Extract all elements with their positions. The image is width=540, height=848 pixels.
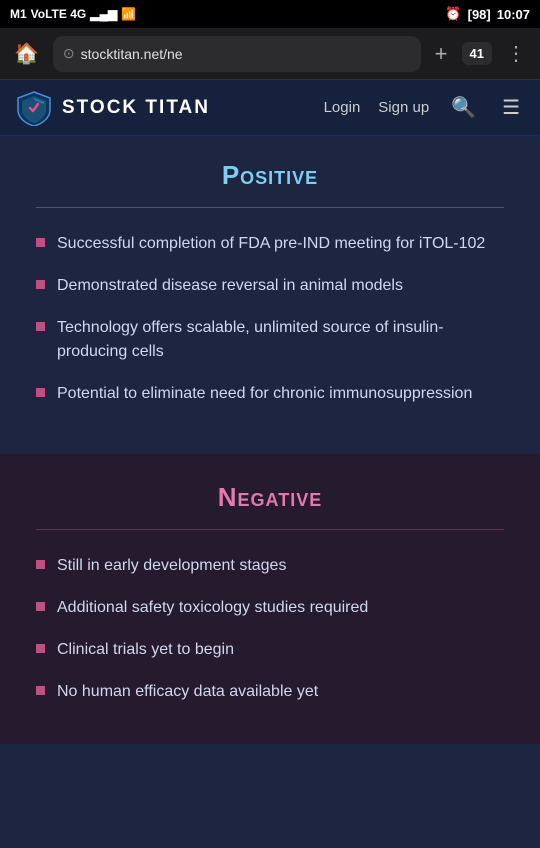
nav-logo: STOCK TITAN [16,90,324,126]
nav-title: STOCK TITAN [62,97,210,119]
status-left: M1 VoLTE 4G ▂▄▆ 📶 [10,7,136,21]
menu-icon[interactable]: ☰ [498,91,524,124]
bullet-icon [36,644,45,653]
negative-bullet-3: Clinical trials yet to begin [57,638,234,662]
negative-bullet-1: Still in early development stages [57,554,286,578]
bullet-icon [36,238,45,247]
url-security-icon: ⊙ [63,45,75,62]
battery-indicator: [98] [468,7,491,22]
status-right: ⏰ [98] 10:07 [445,6,530,22]
battery-pct: 98 [472,7,486,22]
positive-bullet-3: Technology offers scalable, unlimited so… [57,316,504,364]
nav-links: Login Sign up 🔍 ☰ [324,91,524,124]
list-item: Still in early development stages [36,554,504,578]
signal-icon: ▂▄▆ [90,7,117,21]
volte-label: VoLTE 4G [31,7,87,21]
positive-section: Positive Successful completion of FDA pr… [0,136,540,446]
login-link[interactable]: Login [324,99,361,116]
browser-home-button[interactable]: 🏠 [8,37,45,70]
bullet-icon [36,686,45,695]
list-item: Additional safety toxicology studies req… [36,596,504,620]
logo-shield-icon [16,90,52,126]
time-display: 10:07 [497,7,530,22]
positive-bullet-1: Successful completion of FDA pre-IND mee… [57,232,485,256]
negative-bullet-list: Still in early development stages Additi… [36,554,504,704]
positive-title: Positive [36,160,504,191]
bullet-icon [36,602,45,611]
positive-bullet-list: Successful completion of FDA pre-IND mee… [36,232,504,406]
list-item: Clinical trials yet to begin [36,638,504,662]
tabs-button[interactable]: 41 [462,42,492,65]
bullet-icon [36,560,45,569]
url-text: stocktitan.net/ne [81,46,183,62]
negative-bullet-2: Additional safety toxicology studies req… [57,596,368,620]
negative-section: Negative Still in early development stag… [0,454,540,744]
list-item: No human efficacy data available yet [36,680,504,704]
wifi-icon: 📶 [121,7,136,21]
url-bar[interactable]: ⊙ stocktitan.net/ne [53,36,421,72]
positive-divider [36,207,504,208]
list-item: Potential to eliminate need for chronic … [36,382,504,406]
bullet-icon [36,388,45,397]
positive-bullet-2: Demonstrated disease reversal in animal … [57,274,403,298]
alarm-icon: ⏰ [445,6,461,22]
list-item: Successful completion of FDA pre-IND mee… [36,232,504,256]
search-icon[interactable]: 🔍 [447,91,480,124]
negative-bullet-4: No human efficacy data available yet [57,680,318,704]
list-item: Technology offers scalable, unlimited so… [36,316,504,364]
carrier-label: M1 [10,7,27,21]
list-item: Demonstrated disease reversal in animal … [36,274,504,298]
negative-divider [36,529,504,530]
status-bar: M1 VoLTE 4G ▂▄▆ 📶 ⏰ [98] 10:07 [0,0,540,28]
new-tab-button[interactable]: + [429,37,454,71]
main-content: Positive Successful completion of FDA pr… [0,136,540,848]
signup-link[interactable]: Sign up [378,99,429,116]
positive-bullet-4: Potential to eliminate need for chronic … [57,382,472,406]
browser-bar: 🏠 ⊙ stocktitan.net/ne + 41 ⋮ [0,28,540,80]
nav-bar: STOCK TITAN Login Sign up 🔍 ☰ [0,80,540,136]
bullet-icon [36,280,45,289]
bullet-icon [36,322,45,331]
browser-menu-button[interactable]: ⋮ [500,37,532,70]
negative-title: Negative [36,482,504,513]
